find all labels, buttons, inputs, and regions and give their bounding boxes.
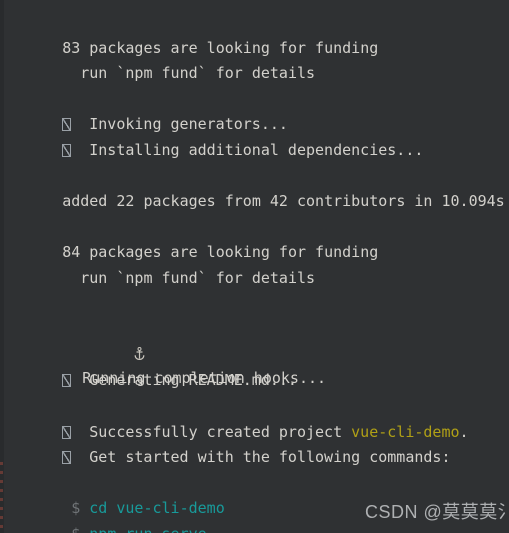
missing-glyph-box-icon [62,425,72,439]
terminal-line-text: added 22 packages from 42 contributors i… [62,192,505,211]
terminal-line-project-created: Successfully created project vue-cli-dem… [8,394,509,441]
terminal-output-area[interactable]: 83 packages are looking for funding run … [4,0,509,533]
terminal-line-text: run `npm fund` for details [62,268,316,287]
terminal-line-suffix: . [459,422,469,441]
missing-glyph-box-icon [62,451,72,465]
terminal-line: added 22 packages from 42 contributors i… [8,164,509,210]
shell-prompt: $ [62,525,89,533]
terminal-line-text: Generating README.md... [71,371,297,390]
terminal-line-prefix: Successfully created project [71,422,352,441]
terminal-line: Running completion hooks... [8,292,509,387]
shell-command-cd[interactable]: cd vue-cli-demo [89,499,224,517]
terminal-line-text: Get started with the following commands: [71,448,451,467]
terminal-window[interactable]: 83 packages are looking for funding run … [0,0,509,533]
shell-prompt: $ [62,499,90,518]
terminal-line-text: Invoking generators... [71,115,288,134]
shell-command-serve[interactable]: npm run serve [89,525,206,533]
terminal-line-text: Installing additional dependencies... [71,140,424,159]
terminal-line: 84 packages are looking for funding [8,215,509,261]
project-name: vue-cli-demo [351,422,460,441]
terminal-line-text: 83 packages are looking for funding [62,38,379,57]
terminal-edge-artifacts [0,462,3,533]
terminal-command-line[interactable]: $ cd vue-cli-demo [8,471,509,517]
csdn-watermark: CSDN @莫莫莫氵 [365,502,509,522]
missing-glyph-box-icon [62,118,72,132]
terminal-line: Invoking generators... [8,87,509,133]
terminal-line-text: 84 packages are looking for funding [62,243,379,262]
terminal-line-text: run `npm fund` for details [62,64,316,83]
missing-glyph-box-icon [62,143,72,157]
missing-glyph-box-icon [62,374,72,388]
terminal-line: 83 packages are looking for funding [8,10,509,57]
